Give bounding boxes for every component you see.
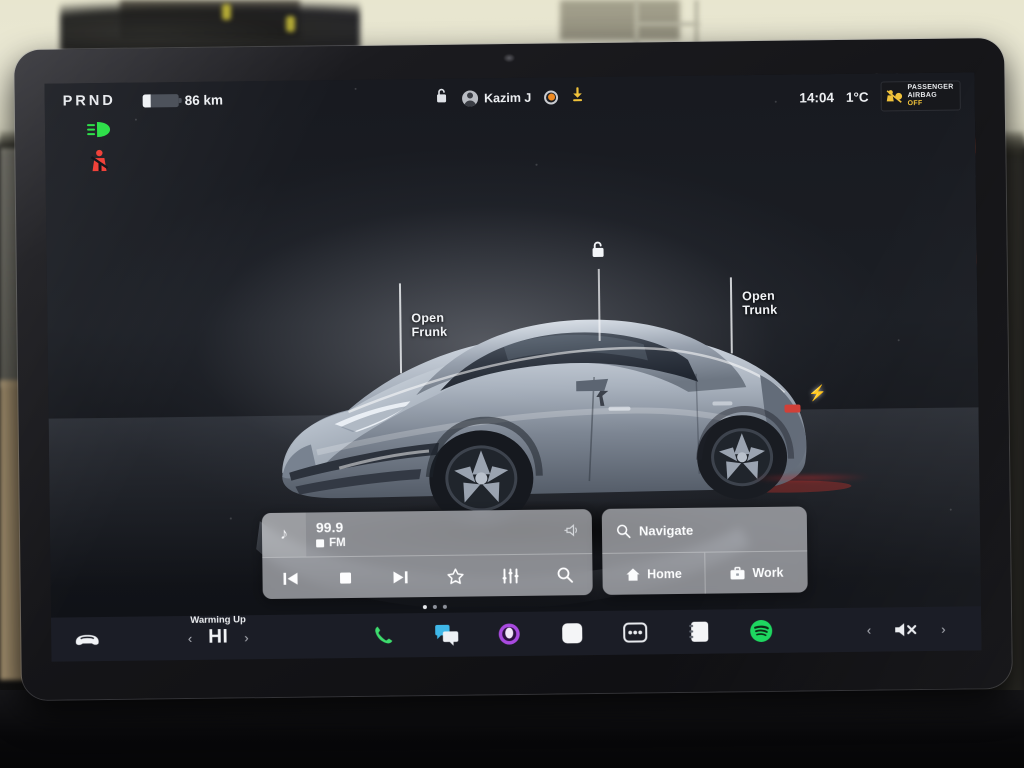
card-page-indicator[interactable] — [422, 604, 447, 610]
previous-track-button[interactable] — [270, 563, 310, 593]
messages-app-icon[interactable] — [433, 622, 459, 648]
band-label: FM — [329, 536, 346, 549]
page-dot-3[interactable] — [442, 604, 447, 609]
callout-open-frunk[interactable]: Open Frunk — [398, 283, 448, 374]
background-tire-marker — [286, 16, 295, 32]
equalizer-button[interactable] — [490, 560, 530, 590]
car-front-icon — [75, 635, 99, 645]
climate-decrease-button[interactable]: ‹ — [188, 630, 193, 645]
notes-app-icon[interactable] — [685, 619, 711, 645]
previous-track-icon — [282, 572, 298, 585]
media-card-header[interactable]: ♪ 99.9 FM — [261, 509, 593, 558]
media-station-info: 99.9 FM — [306, 517, 564, 549]
page-dot-1[interactable] — [422, 605, 427, 610]
search-icon — [557, 567, 574, 583]
background-lower-dark — [0, 690, 1024, 768]
spotify-glyph — [750, 619, 773, 642]
sliders-icon — [502, 568, 519, 584]
display-chassis: Open Frunk Open Trunk ⚡ PRND 86 km Kazim… — [14, 37, 1012, 701]
app-launcher-row — [313, 617, 831, 649]
notes-glyph — [688, 621, 708, 642]
search-icon — [616, 524, 631, 538]
volume-control[interactable]: ‹ › — [831, 620, 981, 639]
media-volume-icon[interactable] — [564, 523, 592, 540]
climate-temperature-value[interactable]: HI — [208, 626, 228, 648]
infotainment-screen[interactable]: Open Frunk Open Trunk ⚡ PRND 86 km Kazim… — [44, 72, 982, 662]
page-dot-2[interactable] — [432, 604, 437, 609]
media-player-glyph — [498, 623, 520, 645]
phone-app-icon[interactable] — [370, 622, 396, 648]
next-track-icon — [392, 570, 408, 583]
unlocked-padlock-icon — [589, 241, 606, 264]
speaker-glyph — [564, 523, 577, 537]
charge-port-bolt-icon[interactable]: ⚡ — [808, 384, 827, 402]
navigation-card[interactable]: Navigate Home Work — [601, 506, 808, 595]
music-note-icon[interactable]: ♪ — [261, 512, 307, 558]
cabin-camera-icon — [503, 53, 515, 63]
open-frunk-label: Open Frunk — [411, 310, 448, 340]
briefcase-icon — [730, 566, 745, 579]
phone-glyph — [375, 626, 393, 644]
unlocked-padlock-glyph — [592, 241, 604, 257]
media-controls — [262, 553, 593, 600]
stop-icon — [339, 572, 351, 584]
card-row: ♪ 99.9 FM Navigate Home Work — [261, 506, 808, 600]
navigate-label: Navigate — [638, 522, 694, 538]
climate-control[interactable]: Warming Up ‹ HI › — [123, 614, 313, 649]
stop-button[interactable] — [325, 562, 365, 592]
home-shortcut-button[interactable]: Home — [602, 553, 704, 595]
open-trunk-label: Open Trunk — [742, 288, 778, 318]
search-media-button[interactable] — [545, 560, 585, 590]
favorite-button[interactable] — [435, 561, 475, 591]
star-icon — [446, 568, 464, 585]
station-frequency: 99.9 — [315, 518, 344, 535]
media-card[interactable]: ♪ 99.9 FM — [261, 509, 593, 600]
volume-increase-button[interactable]: › — [941, 621, 946, 636]
messages-glyph — [434, 624, 458, 646]
climate-status-label: Warming Up — [190, 614, 246, 626]
station-band: FM — [316, 534, 564, 549]
navigation-shortcuts: Home Work — [602, 550, 808, 595]
media-player-app-icon[interactable] — [496, 621, 522, 647]
callout-open-trunk[interactable]: Open Trunk — [729, 277, 778, 354]
volume-muted-icon — [895, 622, 917, 636]
browser-app-icon[interactable] — [559, 620, 585, 646]
car-controls-button[interactable] — [51, 631, 123, 648]
more-apps-icon[interactable] — [622, 619, 648, 645]
background-tire-marker — [222, 4, 231, 20]
browser-glyph — [562, 623, 583, 644]
home-label: Home — [647, 566, 682, 581]
band-marker-icon — [316, 538, 325, 547]
vehicle-lock-pin[interactable] — [589, 241, 606, 264]
climate-increase-button[interactable]: › — [244, 630, 249, 645]
navigate-search-button[interactable]: Navigate — [602, 506, 808, 553]
photo-frame: Open Frunk Open Trunk ⚡ PRND 86 km Kazim… — [0, 0, 1024, 768]
home-icon — [626, 567, 640, 581]
next-track-button[interactable] — [380, 562, 420, 592]
work-shortcut-button[interactable]: Work — [704, 551, 808, 594]
spotify-app-icon[interactable] — [748, 618, 774, 644]
volume-mute-button[interactable] — [893, 621, 919, 638]
app-bar: Warming Up ‹ HI › ‹ › — [51, 606, 982, 662]
work-label: Work — [752, 565, 784, 580]
volume-decrease-button[interactable]: ‹ — [867, 622, 872, 637]
more-dots-glyph — [623, 622, 648, 643]
